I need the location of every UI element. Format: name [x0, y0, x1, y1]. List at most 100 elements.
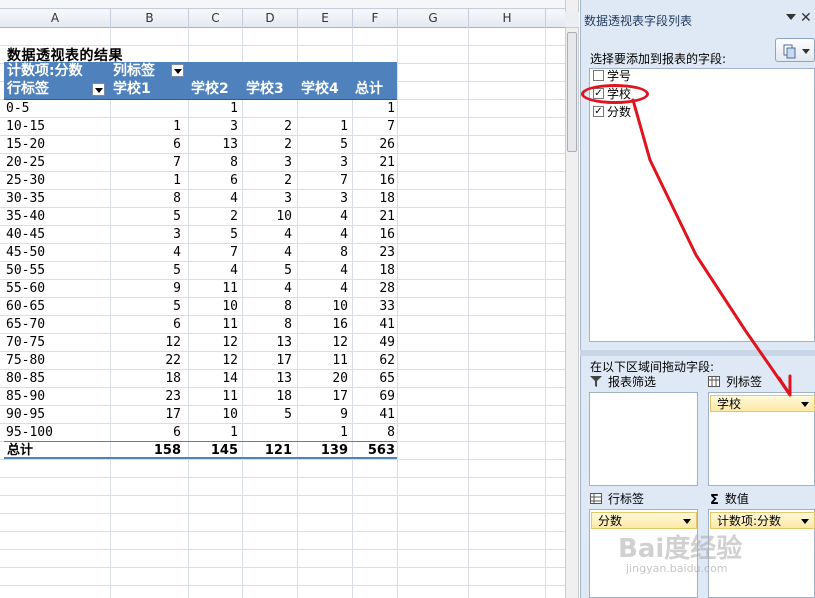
value-cell[interactable]: 10	[189, 298, 238, 316]
value-cell[interactable]: 10	[189, 406, 238, 424]
value-cell[interactable]: 17	[111, 406, 181, 424]
value-cell[interactable]: 26	[353, 136, 395, 154]
value-cell[interactable]: 3	[298, 190, 348, 208]
value-cell[interactable]: 18	[243, 388, 292, 406]
value-cell[interactable]: 12	[189, 334, 238, 352]
row-label-cell[interactable]: 95-100	[6, 424, 53, 442]
column-header-c[interactable]: C	[189, 9, 243, 28]
value-cell[interactable]: 1	[298, 424, 348, 442]
value-cell[interactable]: 4	[298, 280, 348, 298]
value-cell[interactable]: 9	[111, 280, 181, 298]
value-cell[interactable]: 2	[243, 118, 292, 136]
row-label-cell[interactable]: 15-20	[6, 136, 45, 154]
value-cell[interactable]: 4	[298, 208, 348, 226]
value-cell[interactable]: 5	[243, 262, 292, 280]
column-header-b[interactable]: B	[111, 9, 189, 28]
field-checkbox[interactable]	[593, 70, 604, 81]
value-cell[interactable]: 22	[111, 352, 181, 370]
value-cell[interactable]: 23	[353, 244, 395, 262]
pane-splitter[interactable]	[580, 350, 815, 356]
value-cell[interactable]: 8	[243, 316, 292, 334]
value-cell[interactable]: 3	[189, 118, 238, 136]
column-header-e[interactable]: E	[298, 9, 353, 28]
value-cell[interactable]: 12	[111, 334, 181, 352]
value-cell[interactable]: 7	[111, 154, 181, 172]
value-cell[interactable]: 1	[189, 424, 238, 442]
value-cell[interactable]: 62	[353, 352, 395, 370]
column-header-g[interactable]: G	[398, 9, 469, 28]
row-label-cell[interactable]: 45-50	[6, 244, 45, 262]
value-cell[interactable]: 18	[353, 262, 395, 280]
value-cell[interactable]: 4	[243, 244, 292, 262]
value-cell[interactable]: 5	[243, 406, 292, 424]
value-cell[interactable]: 5	[111, 208, 181, 226]
value-cell[interactable]: 4	[189, 262, 238, 280]
value-cell[interactable]: 7	[353, 118, 395, 136]
row-label-cell[interactable]: 85-90	[6, 388, 45, 406]
value-cell[interactable]: 13	[189, 136, 238, 154]
row-label-cell[interactable]: 0-5	[6, 100, 29, 118]
row-label-cell[interactable]: 60-65	[6, 298, 45, 316]
value-cell[interactable]: 18	[353, 190, 395, 208]
column-header-a[interactable]: A	[0, 9, 111, 28]
value-cell[interactable]: 6	[111, 424, 181, 442]
values-field-chip[interactable]: 计数项:分数	[710, 512, 815, 529]
row-field-chip[interactable]: 分数	[591, 512, 697, 529]
value-cell[interactable]: 1	[298, 118, 348, 136]
value-cell[interactable]: 11	[189, 388, 238, 406]
value-cell[interactable]: 1	[111, 118, 181, 136]
value-cell[interactable]: 10	[243, 208, 292, 226]
row-label-cell[interactable]: 80-85	[6, 370, 45, 388]
pane-options-arrow-icon[interactable]	[786, 14, 796, 20]
row-label-cell[interactable]: 35-40	[6, 208, 45, 226]
report-filter-zone[interactable]	[589, 392, 698, 486]
value-cell[interactable]: 10	[298, 298, 348, 316]
value-cell[interactable]: 11	[189, 316, 238, 334]
row-label-cell[interactable]: 50-55	[6, 262, 45, 280]
value-cell[interactable]: 41	[353, 316, 395, 334]
value-cell[interactable]: 65	[353, 370, 395, 388]
value-cell[interactable]: 8	[353, 424, 395, 442]
value-cell[interactable]: 11	[298, 352, 348, 370]
row-filter-dropdown-icon[interactable]	[92, 83, 105, 96]
value-cell[interactable]: 1	[353, 100, 395, 118]
value-cell[interactable]: 3	[243, 190, 292, 208]
value-cell[interactable]: 16	[298, 316, 348, 334]
column-header-d[interactable]: D	[243, 9, 298, 28]
value-cell[interactable]: 3	[111, 226, 181, 244]
value-cell[interactable]: 4	[189, 190, 238, 208]
value-cell[interactable]: 7	[189, 244, 238, 262]
value-cell[interactable]: 1	[111, 172, 181, 190]
value-cell[interactable]: 13	[243, 370, 292, 388]
value-cell[interactable]: 4	[298, 226, 348, 244]
field-checkbox[interactable]: ✓	[593, 106, 604, 117]
row-label-cell[interactable]: 10-15	[6, 118, 45, 136]
value-cell[interactable]: 2	[243, 136, 292, 154]
value-cell[interactable]: 17	[243, 352, 292, 370]
value-cell[interactable]: 1	[189, 100, 238, 118]
value-cell[interactable]: 4	[243, 226, 292, 244]
value-cell[interactable]: 28	[353, 280, 395, 298]
value-cell[interactable]: 3	[243, 154, 292, 172]
value-cell[interactable]: 41	[353, 406, 395, 424]
value-cell[interactable]: 8	[189, 154, 238, 172]
chevron-down-icon[interactable]	[683, 519, 691, 524]
value-cell[interactable]: 5	[298, 136, 348, 154]
column-header-f[interactable]: F	[353, 9, 398, 28]
value-cell[interactable]: 5	[111, 298, 181, 316]
value-cell[interactable]: 5	[111, 262, 181, 280]
field-layout-button[interactable]	[775, 38, 815, 62]
row-label-cell[interactable]: 70-75	[6, 334, 45, 352]
value-cell[interactable]: 2	[189, 208, 238, 226]
value-cell[interactable]: 4	[298, 262, 348, 280]
value-cell[interactable]: 49	[353, 334, 395, 352]
value-cell[interactable]: 6	[189, 172, 238, 190]
row-label-cell[interactable]: 75-80	[6, 352, 45, 370]
row-label-cell[interactable]: 25-30	[6, 172, 45, 190]
scroll-up-button[interactable]	[565, 12, 579, 28]
value-cell[interactable]: 17	[298, 388, 348, 406]
value-cell[interactable]: 4	[243, 280, 292, 298]
value-cell[interactable]: 7	[298, 172, 348, 190]
column-field-chip[interactable]: 学校	[710, 395, 815, 412]
value-cell[interactable]: 13	[243, 334, 292, 352]
